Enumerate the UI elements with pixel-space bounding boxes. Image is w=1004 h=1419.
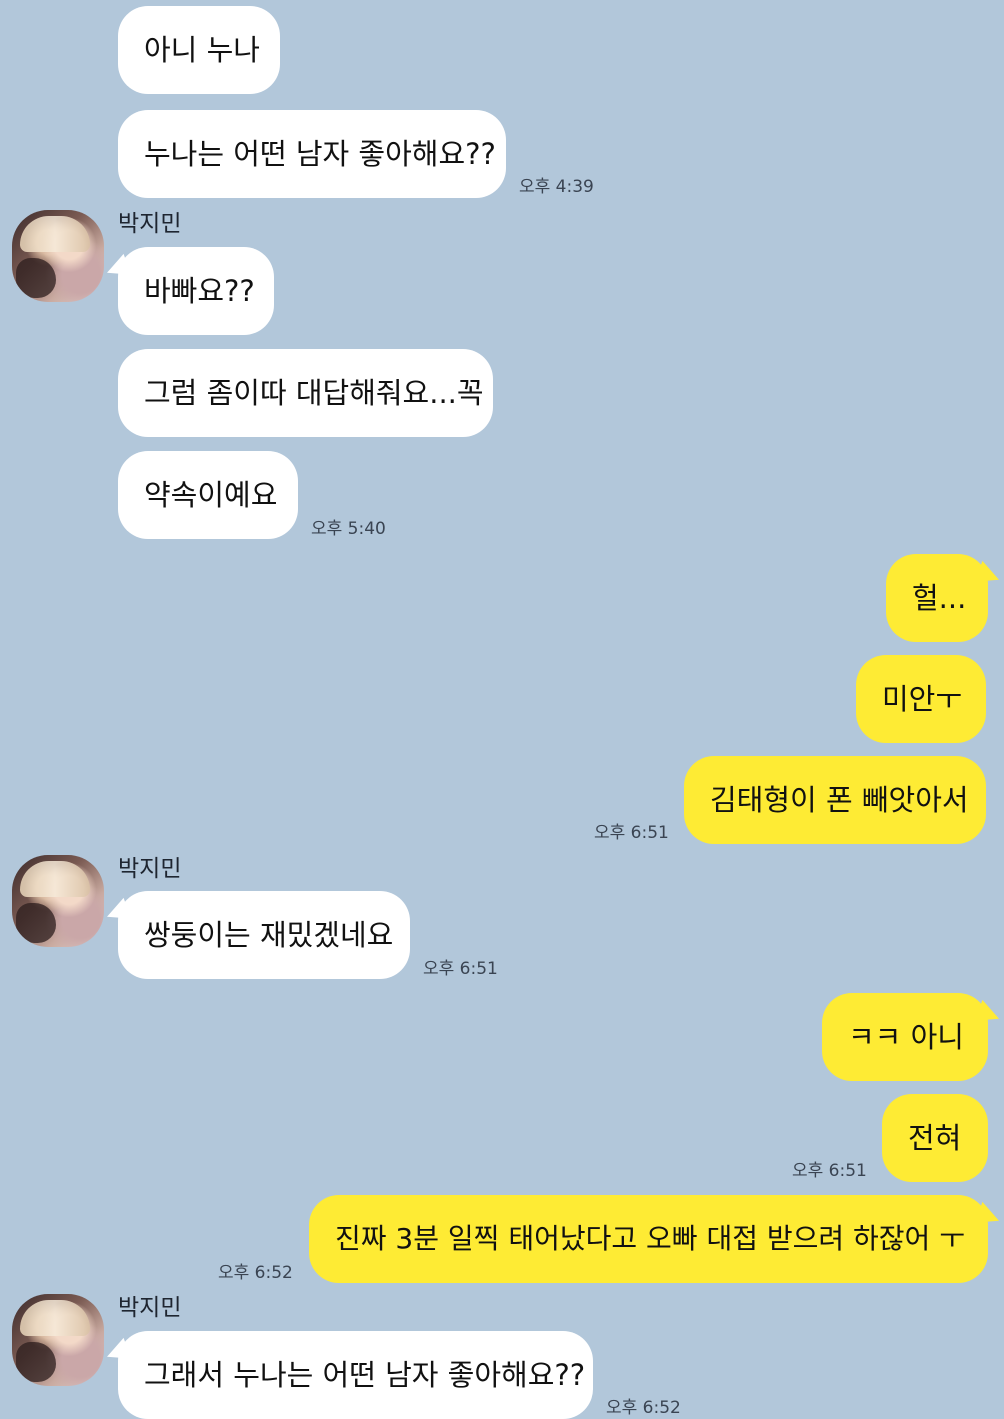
message-timestamp: 오후 4:39 [519, 177, 594, 197]
message-timestamp: 오후 6:51 [594, 823, 669, 843]
avatar-hair [20, 861, 90, 897]
message-timestamp: 오후 6:52 [218, 1263, 293, 1283]
message-bubble-outgoing[interactable]: 진짜 3분 일찍 태어났다고 오빠 대접 받으려 하잖어 ㅜ [309, 1195, 988, 1283]
message-bubble-outgoing[interactable]: 김태형이 폰 빼앗아서 [684, 756, 986, 844]
avatar-hand [16, 258, 56, 298]
message-timestamp: 오후 6:51 [792, 1161, 867, 1181]
avatar-hair [20, 216, 90, 252]
message-bubble-outgoing[interactable]: 헐... [886, 554, 988, 642]
message-bubble-outgoing[interactable]: 전혀 [882, 1094, 988, 1182]
message-bubble-incoming[interactable]: 그럼 좀이따 대답해줘요...꼭 [118, 349, 493, 437]
avatar-hand [16, 1342, 56, 1382]
sender-name: 박지민 [118, 1295, 182, 1321]
avatar-hair [20, 1300, 90, 1336]
avatar[interactable] [12, 855, 104, 947]
chat-area[interactable]: 아니 누나 누나는 어떤 남자 좋아해요?? 오후 4:39 박지민 바빠요??… [0, 0, 1004, 1419]
message-bubble-incoming[interactable]: 그래서 누나는 어떤 남자 좋아해요?? [118, 1331, 593, 1419]
sender-name: 박지민 [118, 856, 182, 882]
message-bubble-incoming[interactable]: 약속이예요 [118, 451, 298, 539]
message-bubble-incoming[interactable]: 아니 누나 [118, 6, 280, 94]
message-timestamp: 오후 5:40 [311, 519, 386, 539]
message-bubble-outgoing[interactable]: 미안ㅜ [856, 655, 986, 743]
message-bubble-incoming[interactable]: 쌍둥이는 재밌겠네요 [118, 891, 410, 979]
avatar[interactable] [12, 210, 104, 302]
message-bubble-outgoing[interactable]: ㅋㅋ 아니 [822, 993, 988, 1081]
message-timestamp: 오후 6:51 [423, 959, 498, 979]
message-bubble-incoming[interactable]: 누나는 어떤 남자 좋아해요?? [118, 110, 506, 198]
sender-name: 박지민 [118, 211, 182, 237]
avatar[interactable] [12, 1294, 104, 1386]
avatar-hand [16, 903, 56, 943]
message-bubble-incoming[interactable]: 바빠요?? [118, 247, 274, 335]
